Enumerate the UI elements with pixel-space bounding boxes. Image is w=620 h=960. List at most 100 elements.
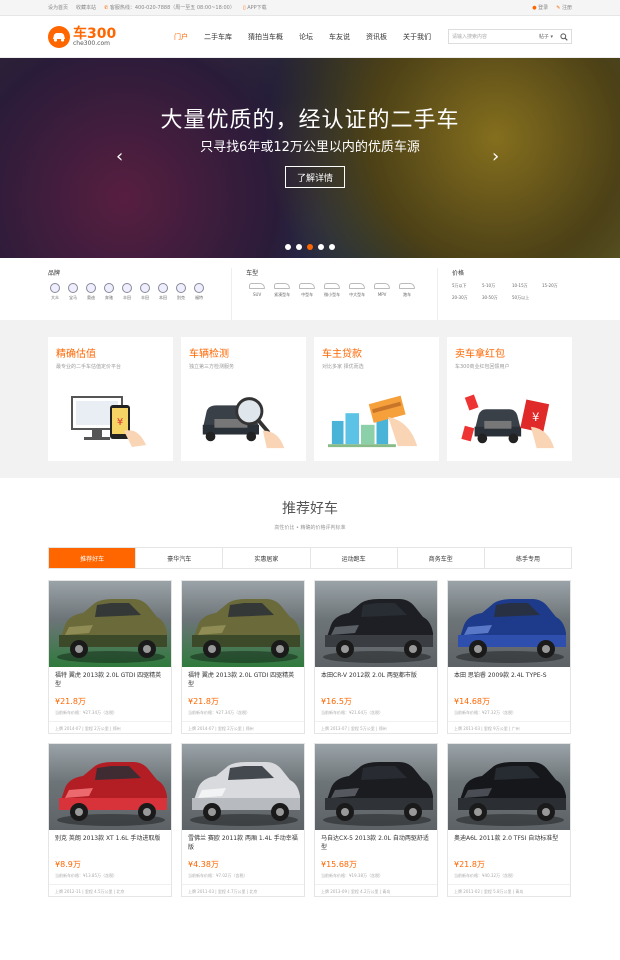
car-type-item[interactable]: 紧凑型车 [271, 283, 293, 298]
car-card[interactable]: 雪佛兰 赛欧 2011款 两厢 1.4L 手动幸福版 ¥4.38万 当前新车价格：¥… [181, 743, 305, 897]
car-outline-icon [324, 283, 341, 289]
car-name[interactable]: 本田 思铂睿 2009款 2.4L TYPE-S [448, 667, 570, 694]
set-home-link[interactable]: 设为首页 [48, 4, 68, 11]
car-type-item[interactable]: SUV [246, 283, 268, 298]
brand-item[interactable]: 本田 [156, 283, 170, 301]
car-type-item[interactable]: MPV [371, 283, 393, 298]
price-range-item[interactable]: 20-30万 [452, 295, 482, 301]
brand-filter-title: 品牌 [48, 270, 61, 277]
car-card[interactable]: 福特 翼虎 2013款 2.0L GTDI 四驱精英型 ¥21.8万 当前新车价格：… [181, 580, 305, 734]
search-type-select[interactable]: 帖子 ▾ [535, 33, 557, 40]
car-price: ¥4.38万 [188, 860, 219, 869]
hotline-text: 客服热线：400-020-7888（周一至五 08:00~18:00） [109, 5, 235, 11]
car-photo[interactable] [448, 581, 570, 667]
service-title: 车主贷款 [322, 349, 362, 360]
car-image-icon [57, 762, 167, 826]
banner-next-icon[interactable]: › [492, 146, 499, 167]
brand-item[interactable]: 奥迪 [84, 283, 98, 301]
car-name[interactable]: 福特 翼虎 2013款 2.0L GTDI 四驱精英型 [182, 667, 304, 694]
banner-dot[interactable] [285, 244, 291, 250]
car-card[interactable]: 别克 英朗 2013款 XT 1.6L 手动进取版 ¥8.9万 当前新车价格：¥13… [48, 743, 172, 897]
recommend-section: 推荐好车 高性价比 • 精确的价格评判标准 推荐好车 豪华汽车 实惠居家 运动跑车 商务… [0, 478, 620, 960]
car-image-icon [190, 599, 300, 663]
car-photo[interactable] [448, 744, 570, 830]
car-card[interactable]: 马自达CX-5 2013款 2.0L 自动两驱舒适型 ¥15.68万当前新车价格：… [314, 743, 438, 897]
car-photo[interactable] [49, 744, 171, 830]
brand-item[interactable]: 福特 [192, 283, 206, 301]
price-range-item[interactable]: 15-20万 [542, 283, 572, 289]
svg-text:¥: ¥ [532, 410, 539, 424]
site-logo[interactable]: 车300 che300.com [48, 25, 158, 48]
price-range-item[interactable]: 5万以下 [452, 283, 482, 289]
brand-item[interactable]: 丰田 [120, 283, 134, 301]
car-card[interactable]: 本田 思铂睿 2009款 2.4L TYPE-S ¥14.68万 当前新车价格：¥2… [447, 580, 571, 734]
brand-item[interactable]: 宝马 [66, 283, 80, 301]
edit-icon: ✎ [556, 5, 561, 11]
car-type-item[interactable]: 微小型车 [321, 283, 343, 298]
banner-dot[interactable] [296, 244, 302, 250]
car-price: ¥15.68万 [321, 860, 357, 869]
nav-item-car-models[interactable]: 猜拍当车概 [240, 32, 291, 42]
price-range-item[interactable]: 10-15万 [512, 283, 542, 289]
car-name[interactable]: 福特 翼虎 2013款 2.0L GTDI 四驱精英型 [49, 667, 171, 694]
favorite-link[interactable]: 收藏本站 [76, 4, 96, 11]
car-name[interactable]: 马自达CX-5 2013款 2.0L 自动两驱舒适型 [315, 830, 437, 857]
car-type-item[interactable]: 中大型车 [346, 283, 368, 298]
search-button[interactable] [557, 30, 571, 43]
car-type-item[interactable]: 中型车 [296, 283, 318, 298]
car-photo[interactable] [49, 581, 171, 667]
nav-item-home[interactable]: 门户 [166, 32, 196, 42]
car-photo[interactable] [182, 581, 304, 667]
car-photo[interactable] [315, 581, 437, 667]
service-inspection[interactable]: 车辆检测 独立第三方检测服务 [181, 337, 306, 461]
nav-item-forum[interactable]: 论坛 [291, 32, 321, 42]
banner-dot[interactable] [318, 244, 324, 250]
brand-item[interactable]: 大众 [48, 283, 62, 301]
car-name[interactable]: 雪佛兰 赛欧 2011款 两厢 1.4L 手动幸福版 [182, 830, 304, 857]
car-card[interactable]: 奥迪A6L 2011款 2.0 TFSI 自动标准型 ¥21.8万 当前新车价格：¥… [447, 743, 571, 897]
nav-item-news[interactable]: 资讯板 [358, 32, 395, 42]
recommend-tab[interactable]: 豪华汽车 [136, 548, 224, 568]
price-range-item[interactable]: 50万以上 [512, 295, 542, 301]
car-new-price: 当前新车价格：¥19.38万（含税） [321, 873, 383, 878]
nav-item-used-cars[interactable]: 二手车库 [196, 32, 240, 42]
car-card[interactable]: 福特 翼虎 2013款 2.0L GTDI 四驱精英型 ¥21.8万 当前新车价格：… [48, 580, 172, 734]
login-link[interactable]: ● 登录 [532, 4, 548, 11]
search-box: 请输入搜索内容 帖子 ▾ [448, 29, 572, 44]
car-type-item[interactable]: 跑车 [396, 283, 418, 298]
service-loan[interactable]: 车主贷款 对比多家 择优而选 [314, 337, 439, 461]
price-range-item[interactable]: 30-50万 [482, 295, 512, 301]
brand-item[interactable]: 丰田 [138, 283, 152, 301]
recommend-tab[interactable]: 运动跑车 [311, 548, 398, 568]
recommend-tab[interactable]: 练手专用 [485, 548, 571, 568]
banner-dot[interactable] [329, 244, 335, 250]
brand-item[interactable]: 奔驰 [102, 283, 116, 301]
banner-prev-icon[interactable]: ‹ [116, 146, 123, 167]
banner-dot-active[interactable] [307, 244, 313, 250]
brand-logo-icon [176, 283, 186, 293]
service-valuation[interactable]: 精确估值 最专业的二手车估值定价平台 ¥ [48, 337, 173, 461]
price-range-item[interactable]: 5-10万 [482, 283, 512, 289]
recommend-tab[interactable]: 商务车型 [398, 548, 485, 568]
recommend-tab[interactable]: 推荐好车 [49, 548, 137, 568]
recommend-tab[interactable]: 实惠居家 [223, 548, 311, 568]
recommend-subtitle: 高性价比 • 精确的价格评判标准 [274, 525, 346, 531]
app-download-link[interactable]: ▯ APP下载 [243, 4, 267, 11]
car-meta: 上牌 2011-02 | 里程 5.8万公里 | 青岛 [448, 884, 570, 895]
car-photo[interactable] [182, 744, 304, 830]
nav-item-about[interactable]: 关于我们 [395, 32, 439, 42]
car-new-price: 当前新车价格：¥40.32万（含税） [454, 873, 516, 878]
car-name[interactable]: 奥迪A6L 2011款 2.0 TFSI 自动标准型 [448, 830, 570, 857]
car-photo[interactable] [315, 744, 437, 830]
car-name[interactable]: 本田CR-V 2012款 2.0L 两驱都市版 [315, 667, 437, 694]
search-type-value: 帖子 [538, 34, 549, 40]
brand-item[interactable]: 别克 [174, 283, 188, 301]
price-filter: 价格 5万以下 5-10万 10-15万 15-20万 20-30万 30-50万 50万以… [452, 268, 572, 320]
car-card[interactable]: 本田CR-V 2012款 2.0L 两驱都市版 ¥16.5万 当前新车价格：¥21.… [314, 580, 438, 734]
search-input[interactable]: 请输入搜索内容 [449, 33, 535, 40]
car-name[interactable]: 别克 英朗 2013款 XT 1.6L 手动进取版 [49, 830, 171, 857]
banner-cta-button[interactable]: 了解详情 [285, 166, 345, 188]
register-link[interactable]: ✎ 注册 [556, 4, 572, 11]
nav-item-community[interactable]: 车友说 [321, 32, 358, 42]
service-sell-bonus[interactable]: 卖车拿红包 车300商业红包回馈用户 ¥ [447, 337, 572, 461]
